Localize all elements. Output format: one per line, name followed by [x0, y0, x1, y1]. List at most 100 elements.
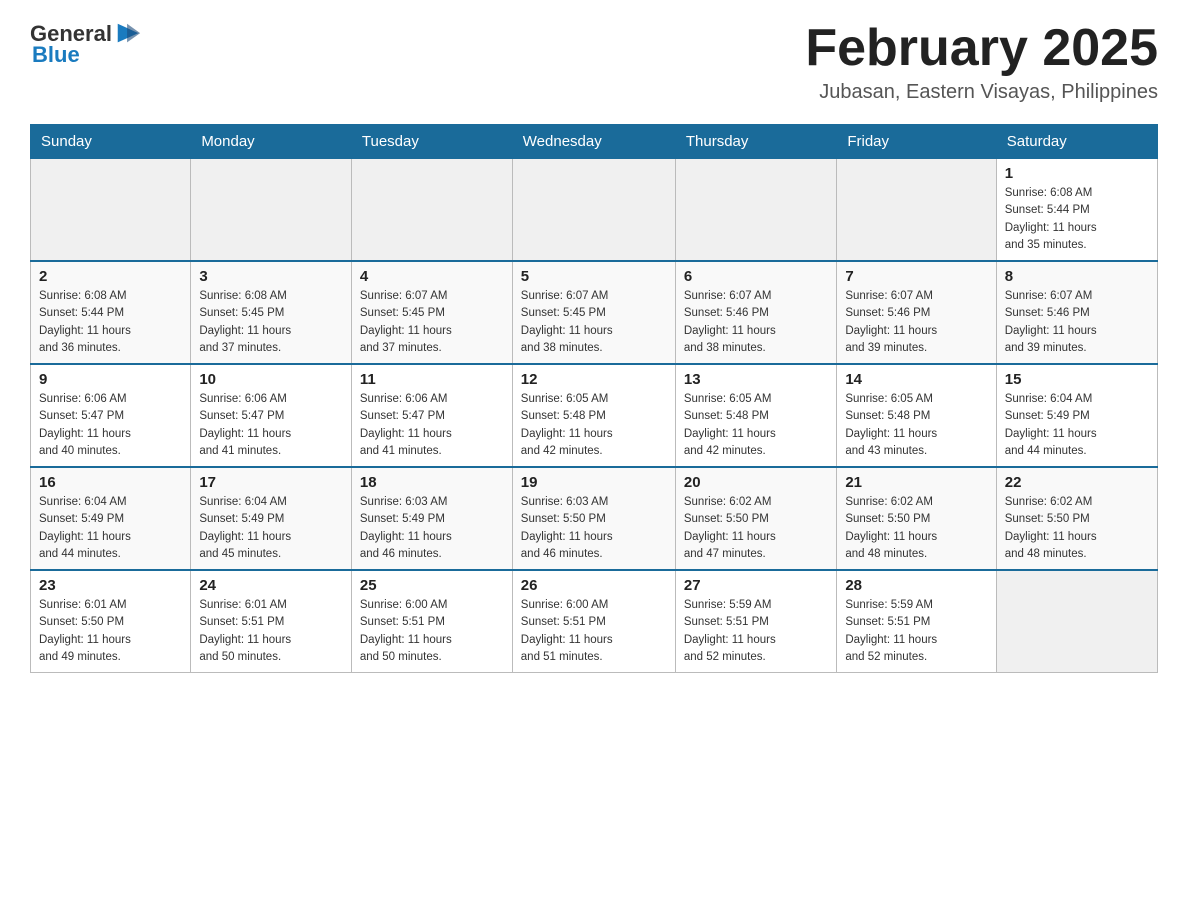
day-of-week-header: Tuesday	[351, 125, 512, 159]
day-info: Sunrise: 6:04 AM Sunset: 5:49 PM Dayligh…	[1005, 391, 1149, 460]
day-info: Sunrise: 6:02 AM Sunset: 5:50 PM Dayligh…	[684, 494, 828, 563]
day-number: 7	[845, 268, 987, 285]
day-number: 11	[360, 371, 504, 388]
day-info: Sunrise: 6:02 AM Sunset: 5:50 PM Dayligh…	[845, 494, 987, 563]
day-info: Sunrise: 6:08 AM Sunset: 5:44 PM Dayligh…	[1005, 185, 1149, 254]
calendar-day-cell: 3 Sunrise: 6:08 AM Sunset: 5:45 PM Daylig…	[191, 261, 352, 364]
day-number: 14	[845, 371, 987, 388]
calendar-day-cell: 6 Sunrise: 6:07 AM Sunset: 5:46 PM Daylig…	[675, 261, 836, 364]
calendar-day-cell	[512, 159, 675, 262]
day-info: Sunrise: 6:00 AM Sunset: 5:51 PM Dayligh…	[360, 597, 504, 666]
calendar-day-cell: 13Sunrise: 6:05 AM Sunset: 5:48 PM Dayli…	[675, 364, 836, 467]
day-info: Sunrise: 6:07 AM Sunset: 5:45 PM Dayligh…	[360, 288, 504, 357]
calendar-day-cell	[191, 159, 352, 262]
calendar-week-row: 2 Sunrise: 6:08 AM Sunset: 5:44 PM Daylig…	[31, 261, 1158, 364]
calendar-week-row: 9 Sunrise: 6:06 AM Sunset: 5:47 PM Daylig…	[31, 364, 1158, 467]
day-number: 23	[39, 577, 182, 594]
day-of-week-header: Saturday	[996, 125, 1157, 159]
calendar-day-cell: 15 Sunrise: 6:04 AM Sunset: 5:49 PM Dayli…	[996, 364, 1157, 467]
location-subtitle: Jubasan, Eastern Visayas, Philippines	[805, 81, 1158, 104]
day-of-week-header: Monday	[191, 125, 352, 159]
day-info: Sunrise: 6:05 AM Sunset: 5:48 PM Dayligh…	[521, 391, 667, 460]
day-number: 1	[1005, 165, 1149, 182]
calendar-week-row: 1 Sunrise: 6:08 AM Sunset: 5:44 PM Daylig…	[31, 159, 1158, 262]
calendar-week-row: 23 Sunrise: 6:01 AM Sunset: 5:50 PM Dayli…	[31, 570, 1158, 673]
day-number: 3	[199, 268, 343, 285]
calendar-day-cell: 20 Sunrise: 6:02 AM Sunset: 5:50 PM Dayli…	[675, 467, 836, 570]
calendar-day-cell: 22Sunrise: 6:02 AM Sunset: 5:50 PM Dayli…	[996, 467, 1157, 570]
calendar-day-cell: 11 Sunrise: 6:06 AM Sunset: 5:47 PM Dayli…	[351, 364, 512, 467]
calendar-day-cell: 25 Sunrise: 6:00 AM Sunset: 5:51 PM Dayli…	[351, 570, 512, 673]
day-number: 8	[1005, 268, 1149, 285]
day-number: 24	[199, 577, 343, 594]
calendar-day-cell: 28Sunrise: 5:59 AM Sunset: 5:51 PM Dayli…	[837, 570, 996, 673]
day-number: 21	[845, 474, 987, 491]
day-number: 10	[199, 371, 343, 388]
calendar-day-cell: 7 Sunrise: 6:07 AM Sunset: 5:46 PM Daylig…	[837, 261, 996, 364]
day-info: Sunrise: 6:04 AM Sunset: 5:49 PM Dayligh…	[199, 494, 343, 563]
calendar-day-cell: 16Sunrise: 6:04 AM Sunset: 5:49 PM Dayli…	[31, 467, 191, 570]
title-block: February 2025 Jubasan, Eastern Visayas, …	[805, 20, 1158, 104]
day-number: 18	[360, 474, 504, 491]
day-info: Sunrise: 6:05 AM Sunset: 5:48 PM Dayligh…	[684, 391, 828, 460]
day-info: Sunrise: 6:06 AM Sunset: 5:47 PM Dayligh…	[39, 391, 182, 460]
day-number: 16	[39, 474, 182, 491]
day-number: 4	[360, 268, 504, 285]
calendar-day-cell	[351, 159, 512, 262]
day-info: Sunrise: 6:06 AM Sunset: 5:47 PM Dayligh…	[360, 391, 504, 460]
day-info: Sunrise: 6:01 AM Sunset: 5:51 PM Dayligh…	[199, 597, 343, 666]
calendar-day-cell: 4 Sunrise: 6:07 AM Sunset: 5:45 PM Daylig…	[351, 261, 512, 364]
calendar-day-cell: 14Sunrise: 6:05 AM Sunset: 5:48 PM Dayli…	[837, 364, 996, 467]
calendar-day-cell: 24 Sunrise: 6:01 AM Sunset: 5:51 PM Dayli…	[191, 570, 352, 673]
calendar-day-cell: 23 Sunrise: 6:01 AM Sunset: 5:50 PM Dayli…	[31, 570, 191, 673]
day-info: Sunrise: 5:59 AM Sunset: 5:51 PM Dayligh…	[845, 597, 987, 666]
calendar-day-cell: 5Sunrise: 6:07 AM Sunset: 5:45 PM Daylig…	[512, 261, 675, 364]
day-number: 9	[39, 371, 182, 388]
calendar-day-cell: 26 Sunrise: 6:00 AM Sunset: 5:51 PM Dayli…	[512, 570, 675, 673]
calendar-day-cell	[996, 570, 1157, 673]
calendar-table: SundayMondayTuesdayWednesdayThursdayFrid…	[30, 124, 1158, 673]
calendar-day-cell: 9 Sunrise: 6:06 AM Sunset: 5:47 PM Daylig…	[31, 364, 191, 467]
day-info: Sunrise: 6:03 AM Sunset: 5:50 PM Dayligh…	[521, 494, 667, 563]
day-info: Sunrise: 6:00 AM Sunset: 5:51 PM Dayligh…	[521, 597, 667, 666]
month-title: February 2025	[805, 20, 1158, 77]
calendar-day-cell: 12 Sunrise: 6:05 AM Sunset: 5:48 PM Dayli…	[512, 364, 675, 467]
day-number: 17	[199, 474, 343, 491]
day-info: Sunrise: 6:08 AM Sunset: 5:44 PM Dayligh…	[39, 288, 182, 357]
day-info: Sunrise: 6:06 AM Sunset: 5:47 PM Dayligh…	[199, 391, 343, 460]
calendar-day-cell: 8 Sunrise: 6:07 AM Sunset: 5:46 PM Daylig…	[996, 261, 1157, 364]
page-header: General Blue February 2025 Jubasan, East…	[30, 20, 1158, 104]
calendar-week-row: 16 Sunrise: 6:04 AM Sunset: 5:49 PM Dayli…	[31, 467, 1158, 570]
day-info: Sunrise: 6:03 AM Sunset: 5:49 PM Dayligh…	[360, 494, 504, 563]
day-number: 25	[360, 577, 504, 594]
day-number: 20	[684, 474, 828, 491]
day-number: 6	[684, 268, 828, 285]
day-info: Sunrise: 6:08 AM Sunset: 5:45 PM Dayligh…	[199, 288, 343, 357]
day-number: 12	[521, 371, 667, 388]
day-info: Sunrise: 6:07 AM Sunset: 5:46 PM Dayligh…	[684, 288, 828, 357]
calendar-day-cell: 27Sunrise: 5:59 AM Sunset: 5:51 PM Dayli…	[675, 570, 836, 673]
day-number: 5	[521, 268, 667, 285]
logo-blue-text: Blue	[32, 42, 80, 68]
day-info: Sunrise: 6:07 AM Sunset: 5:46 PM Dayligh…	[1005, 288, 1149, 357]
calendar-day-cell	[31, 159, 191, 262]
day-of-week-header: Thursday	[675, 125, 836, 159]
calendar-day-cell: 10 Sunrise: 6:06 AM Sunset: 5:47 PM Dayli…	[191, 364, 352, 467]
calendar-day-cell: 19Sunrise: 6:03 AM Sunset: 5:50 PM Dayli…	[512, 467, 675, 570]
day-number: 26	[521, 577, 667, 594]
calendar-day-cell: 18 Sunrise: 6:03 AM Sunset: 5:49 PM Dayli…	[351, 467, 512, 570]
day-info: Sunrise: 5:59 AM Sunset: 5:51 PM Dayligh…	[684, 597, 828, 666]
calendar-day-cell: 17 Sunrise: 6:04 AM Sunset: 5:49 PM Dayli…	[191, 467, 352, 570]
day-number: 15	[1005, 371, 1149, 388]
calendar-day-cell: 1 Sunrise: 6:08 AM Sunset: 5:44 PM Daylig…	[996, 159, 1157, 262]
calendar-day-cell: 21 Sunrise: 6:02 AM Sunset: 5:50 PM Dayli…	[837, 467, 996, 570]
day-info: Sunrise: 6:01 AM Sunset: 5:50 PM Dayligh…	[39, 597, 182, 666]
day-number: 2	[39, 268, 182, 285]
calendar-day-cell: 2 Sunrise: 6:08 AM Sunset: 5:44 PM Daylig…	[31, 261, 191, 364]
calendar-day-cell	[675, 159, 836, 262]
day-info: Sunrise: 6:07 AM Sunset: 5:46 PM Dayligh…	[845, 288, 987, 357]
day-info: Sunrise: 6:02 AM Sunset: 5:50 PM Dayligh…	[1005, 494, 1149, 563]
day-of-week-header: Sunday	[31, 125, 191, 159]
day-of-week-header: Wednesday	[512, 125, 675, 159]
calendar-day-cell	[837, 159, 996, 262]
